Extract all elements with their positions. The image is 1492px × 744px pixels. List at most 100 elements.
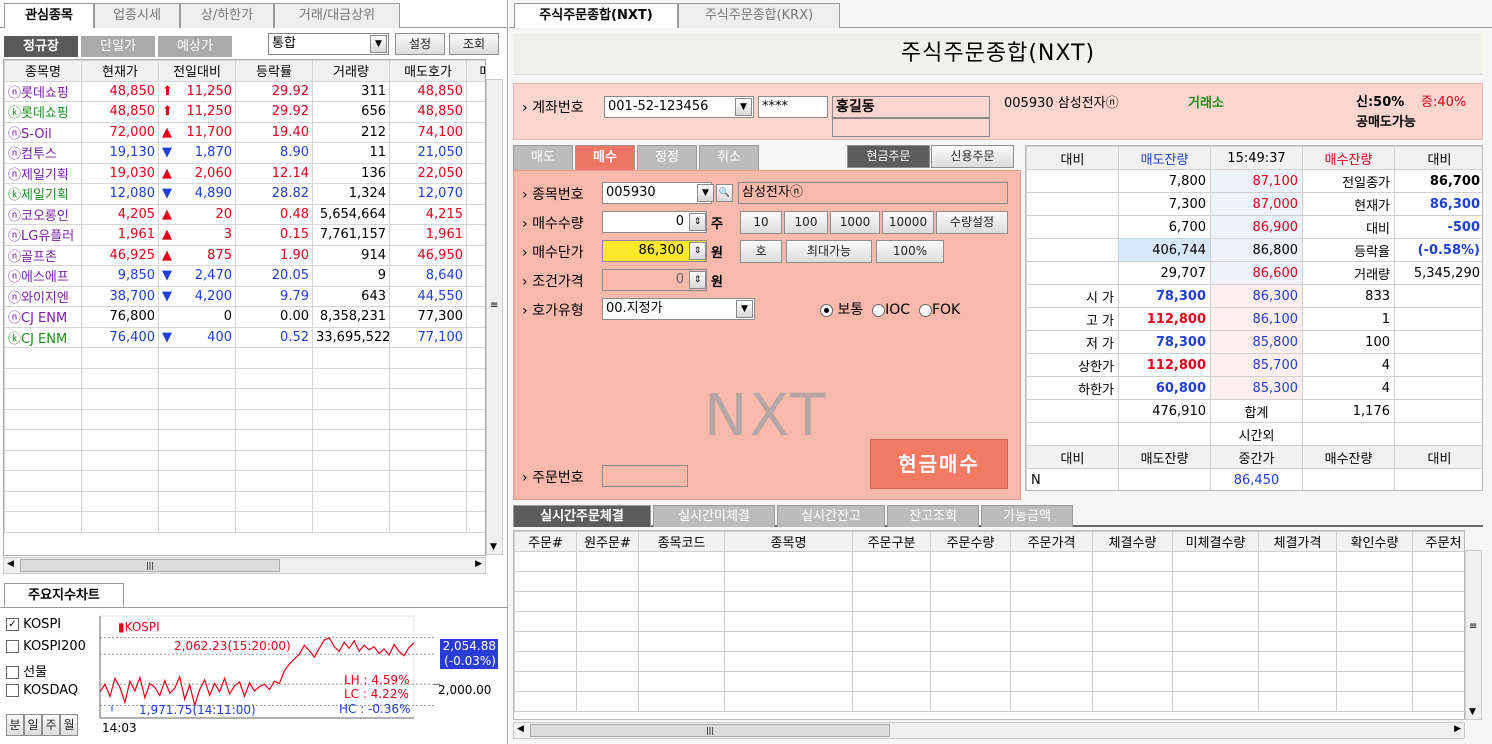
order-tab-cancel[interactable]: 취소 (699, 145, 759, 170)
exec-col-header[interactable]: 종목명 (724, 531, 853, 552)
tab-limit[interactable]: 상/하한가 (180, 3, 274, 28)
checkbox-icon[interactable] (6, 666, 19, 679)
scroll-thumb[interactable]: ||| (20, 559, 280, 572)
table-row[interactable]: ⓝ제일기획 19,030 ▲ 2,060 12.14 136 22,050 (4, 162, 485, 184)
exec-col-header[interactable]: 주문처 (1412, 531, 1464, 552)
period-day[interactable]: 일 (24, 714, 42, 736)
table-row[interactable] (4, 367, 485, 389)
table-row[interactable] (4, 490, 485, 512)
exec-tab-balance[interactable]: 실시간잔고 (777, 505, 885, 527)
settings-button[interactable]: 설정 (395, 33, 445, 55)
exec-col-header[interactable]: 주문구분 (852, 531, 931, 552)
qty-10000-button[interactable]: 10000 (882, 211, 934, 234)
table-row[interactable]: ⓚCJ ENM 76,400 ▼ 400 0.52 33,695,522 77,100 (4, 326, 485, 348)
max-qty-button[interactable]: 최대가능 (786, 240, 872, 263)
exec-row[interactable] (514, 611, 1464, 632)
cond-stepper-icon[interactable]: ⇕ (689, 271, 706, 289)
check-futures[interactable]: 선물 (6, 661, 98, 683)
market-tab-regular[interactable]: 정규장 (4, 36, 78, 57)
period-week[interactable]: 주 (42, 714, 60, 736)
exec-tab-unfilled[interactable]: 실시간미체결 (653, 505, 775, 527)
scroll-left-icon[interactable]: ◀ (517, 724, 524, 734)
tab-watchlist[interactable]: 관심종목 (4, 3, 94, 28)
table-row[interactable]: ⓚ제일기획 12,080 ▼ 4,890 28.82 1,324 12,070 (4, 183, 485, 205)
qty-10-button[interactable]: 10 (740, 211, 782, 234)
code-dropdown-icon[interactable]: ▼ (697, 184, 714, 202)
scroll-right-icon[interactable]: ▶ (1454, 724, 1461, 734)
tab-order-nxt[interactable]: 주식주문종합(NXT) (514, 3, 678, 28)
tab-order-krx[interactable]: 주식주문종합(KRX) (678, 3, 840, 28)
checkbox-icon[interactable] (6, 640, 19, 653)
exec-col-header[interactable]: 주문# (514, 531, 577, 552)
table-row[interactable] (4, 408, 485, 430)
check-kospi[interactable]: ✓ KOSPI (6, 617, 98, 639)
lookup-button[interactable]: 조회 (449, 33, 499, 55)
exec-row[interactable] (514, 591, 1464, 612)
table-row[interactable] (4, 347, 485, 369)
check-kosdaq[interactable]: KOSDAQ (6, 683, 98, 705)
table-row[interactable]: ⓝ컴투스 19,130 ▼ 1,870 8.90 11 21,050 (4, 142, 485, 164)
cash-buy-button[interactable]: 현금매수 (870, 439, 1008, 489)
exec-col-header[interactable]: 종목코드 (638, 531, 725, 552)
exec-col-header[interactable]: 주문수량 (930, 531, 1011, 552)
exec-row[interactable] (514, 691, 1464, 712)
exec-row[interactable] (514, 671, 1464, 692)
period-minute[interactable]: 분 (6, 714, 24, 736)
cash-order-tab[interactable]: 현금주문 (847, 145, 930, 168)
radio-ioc[interactable] (872, 303, 886, 317)
table-row[interactable]: ⓝ코오롱인 4,205 ▲ 20 0.48 5,654,664 4,215 (4, 203, 485, 225)
order-no-field[interactable] (602, 465, 688, 487)
price-stepper-icon[interactable]: ⇕ (689, 242, 706, 260)
exec-col-header[interactable]: 미체결수량 (1172, 531, 1259, 552)
exec-row[interactable] (514, 631, 1464, 652)
exec-hscroll[interactable]: ◀ ||| ▶ (513, 722, 1465, 739)
table-row[interactable] (4, 470, 485, 492)
table-row[interactable] (4, 429, 485, 451)
radio-fok[interactable] (918, 303, 932, 317)
table-row[interactable] (4, 449, 485, 471)
exec-row[interactable] (514, 651, 1464, 672)
credit-order-tab[interactable]: 신용주문 (931, 145, 1014, 168)
tab-sector[interactable]: 업종시세 (94, 3, 180, 28)
check-kospi200[interactable]: KOSPI200 (6, 639, 98, 661)
qty-100-button[interactable]: 100 (784, 211, 828, 234)
market-select-dropdown-icon[interactable]: ▼ (370, 35, 387, 53)
exec-tab-realtime-fills[interactable]: 실시간주문체결 (513, 505, 651, 527)
market-tab-expected[interactable]: 예상가 (158, 36, 232, 57)
market-tab-single[interactable]: 단일가 (81, 36, 155, 57)
table-row[interactable]: ⓝCJ ENM 76,800 0 0.00 8,358,231 77,300 (4, 306, 485, 328)
percent-100-button[interactable]: 100% (876, 240, 944, 263)
tab-index-chart[interactable]: 주요지수차트 (4, 583, 124, 608)
col-bid[interactable]: 매 (466, 60, 485, 82)
checkbox-icon[interactable] (6, 684, 19, 697)
col-change[interactable]: 전일대비 (158, 60, 236, 82)
qty-stepper-icon[interactable]: ⇕ (689, 213, 706, 231)
col-price[interactable]: 현재가 (81, 60, 159, 82)
tab-volume-rank[interactable]: 거래/대금상위 (274, 3, 400, 28)
exec-col-header[interactable]: 주문가격 (1010, 531, 1093, 552)
exec-row[interactable] (514, 571, 1464, 592)
exec-vscroll[interactable]: ≡ ▼ (1465, 550, 1482, 720)
table-row[interactable]: ⓝS-Oil 72,000 ▲ 11,700 19.40 212 74,100 (4, 121, 485, 143)
hoga-button[interactable]: 호 (740, 240, 782, 263)
table-row[interactable]: ⓝ롯데쇼핑 48,850 ⬆ 11,250 29.92 311 48,850 (4, 80, 485, 102)
search-icon[interactable]: 🔍 (716, 184, 733, 202)
scroll-thumb[interactable]: ||| (530, 724, 890, 737)
order-type-dropdown-icon[interactable]: ▼ (736, 300, 753, 318)
password-field[interactable]: **** (758, 96, 828, 118)
col-name[interactable]: 종목명 (4, 60, 82, 82)
stock-code-field[interactable]: 005930 (602, 182, 712, 204)
table-row[interactable]: ⓚ롯데쇼핑 48,850 ⬆ 11,250 29.92 656 48,850 (4, 101, 485, 123)
exec-tab-available[interactable]: 가능금액 (981, 505, 1073, 527)
table-row[interactable] (4, 388, 485, 410)
col-ask[interactable]: 매도호가 (389, 60, 467, 82)
qty-1000-button[interactable]: 1000 (830, 211, 880, 234)
checkbox-icon[interactable]: ✓ (6, 618, 19, 631)
watchlist-hscroll[interactable]: ◀ ||| ▶ (3, 557, 486, 574)
order-tab-modify[interactable]: 정정 (637, 145, 697, 170)
period-month[interactable]: 월 (60, 714, 78, 736)
order-type-select[interactable]: 00.지정가 (602, 298, 755, 320)
watchlist-vscroll[interactable]: ≡ ▼ (486, 79, 503, 555)
account-dropdown-icon[interactable]: ▼ (735, 98, 752, 116)
scroll-down-icon[interactable]: ▼ (490, 542, 497, 552)
